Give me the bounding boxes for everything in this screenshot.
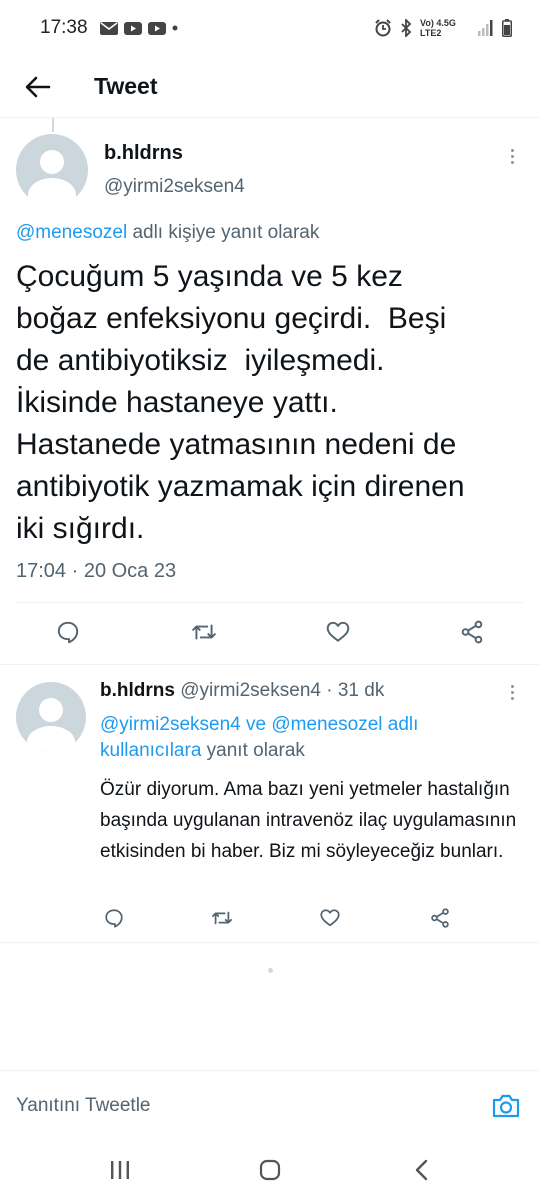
avatar-body-shape [27, 726, 75, 752]
divider [16, 602, 524, 603]
reply-icon [105, 909, 123, 928]
camera-button[interactable] [488, 1088, 524, 1124]
author-avatar[interactable] [16, 134, 88, 206]
signal-icon [478, 20, 493, 36]
avatar-head-shape [40, 150, 64, 174]
retweet-icon [211, 911, 233, 925]
users-link[interactable]: kullanıcılara [100, 740, 201, 761]
reply-author-name[interactable]: b.hldrns [100, 680, 175, 701]
arrow-left-icon [25, 76, 51, 97]
home-button[interactable] [248, 1148, 292, 1192]
reply-context-suffix: yanıt olarak [201, 740, 305, 761]
reply-context: @yirmi2seksen4 ve @menesozel adlı kullanı… [100, 712, 500, 764]
author-name[interactable]: b.hldrns [104, 142, 183, 165]
reply-context-text: adlı kişiye yanıt olarak [127, 222, 320, 243]
like-icon [326, 621, 350, 642]
reply-like-button[interactable] [310, 898, 350, 938]
avatar-head-shape [39, 698, 63, 722]
tweet-timestamp[interactable]: 17:04 · 20 Oca 23 [16, 560, 176, 583]
mail-icon [99, 21, 118, 35]
top-app-bar: Tweet [0, 56, 540, 118]
reply-tweet-text: Özür diyorum. Ama bazı yeni yetmeler has… [100, 779, 517, 862]
youtube-icon-2 [147, 21, 166, 35]
page-title: Tweet [94, 73, 158, 99]
reply-button[interactable] [48, 612, 88, 652]
battery-icon [502, 19, 512, 37]
back-button[interactable] [18, 67, 58, 107]
more-options-icon[interactable] [502, 144, 522, 168]
reply-composer: Yanıtını Tweetle [0, 1070, 540, 1140]
section-divider [0, 942, 540, 943]
nav-back-button[interactable] [400, 1148, 444, 1192]
avatar-body-shape [28, 178, 76, 206]
reply-input[interactable]: Yanıtını Tweetle [16, 1095, 488, 1117]
retweet-button[interactable] [184, 612, 224, 652]
share-icon [431, 908, 449, 928]
mention-mid: adlı [382, 714, 419, 735]
share-button[interactable] [452, 612, 492, 652]
system-navigation-bar [0, 1140, 540, 1200]
reply-header: b.hldrns @yirmi2seksen4 · 31 dk [100, 680, 384, 702]
mention-link[interactable]: @menesozel [16, 222, 127, 243]
status-bar: 17:38 Vo) 4.5G LTE2 [0, 0, 540, 56]
mention-connector: ve [240, 714, 272, 735]
recents-icon [111, 1161, 129, 1179]
youtube-icon [123, 21, 142, 35]
back-icon [415, 1159, 428, 1181]
recents-button[interactable] [98, 1148, 142, 1192]
reply-time: · 31 dk [326, 680, 385, 701]
status-right: Vo) 4.5G LTE2 [374, 18, 512, 38]
bluetooth-icon [401, 19, 412, 37]
dot-icon [172, 25, 178, 31]
home-icon [259, 1159, 281, 1181]
reply-author-avatar[interactable] [16, 682, 86, 752]
like-icon [320, 909, 340, 927]
notification-icons [99, 21, 178, 35]
retweet-icon [192, 624, 216, 640]
reply-tweet-actions [0, 898, 540, 938]
reply-context: @menesozel adlı kişiye yanıt olarak [16, 222, 319, 244]
reply-more-options-icon[interactable] [502, 680, 522, 704]
alarm-icon [375, 19, 391, 37]
reply-retweet-button[interactable] [202, 898, 242, 938]
share-icon [461, 620, 483, 644]
tweet-text: Çocuğum 5 yaşında ve 5 kez boğaz enfeksi… [16, 260, 465, 545]
reply-author-handle[interactable]: @yirmi2seksen4 [180, 680, 321, 701]
status-time: 17:38 [40, 17, 88, 38]
author-handle[interactable]: @yirmi2seksen4 [104, 176, 245, 198]
network-label: Vo) 4.5G LTE2 [420, 18, 456, 38]
tweet-actions [0, 612, 540, 656]
section-divider [0, 664, 540, 665]
camera-icon [492, 1094, 520, 1117]
like-button[interactable] [318, 612, 358, 652]
thread-connector-line [52, 118, 54, 132]
mention-link-2[interactable]: @menesozel [271, 714, 382, 735]
reply-share-button[interactable] [420, 898, 460, 938]
mention-link-1[interactable]: @yirmi2seksen4 [100, 714, 241, 735]
reply-reply-button[interactable] [94, 898, 134, 938]
loading-indicator [268, 968, 273, 973]
reply-icon [57, 621, 79, 644]
